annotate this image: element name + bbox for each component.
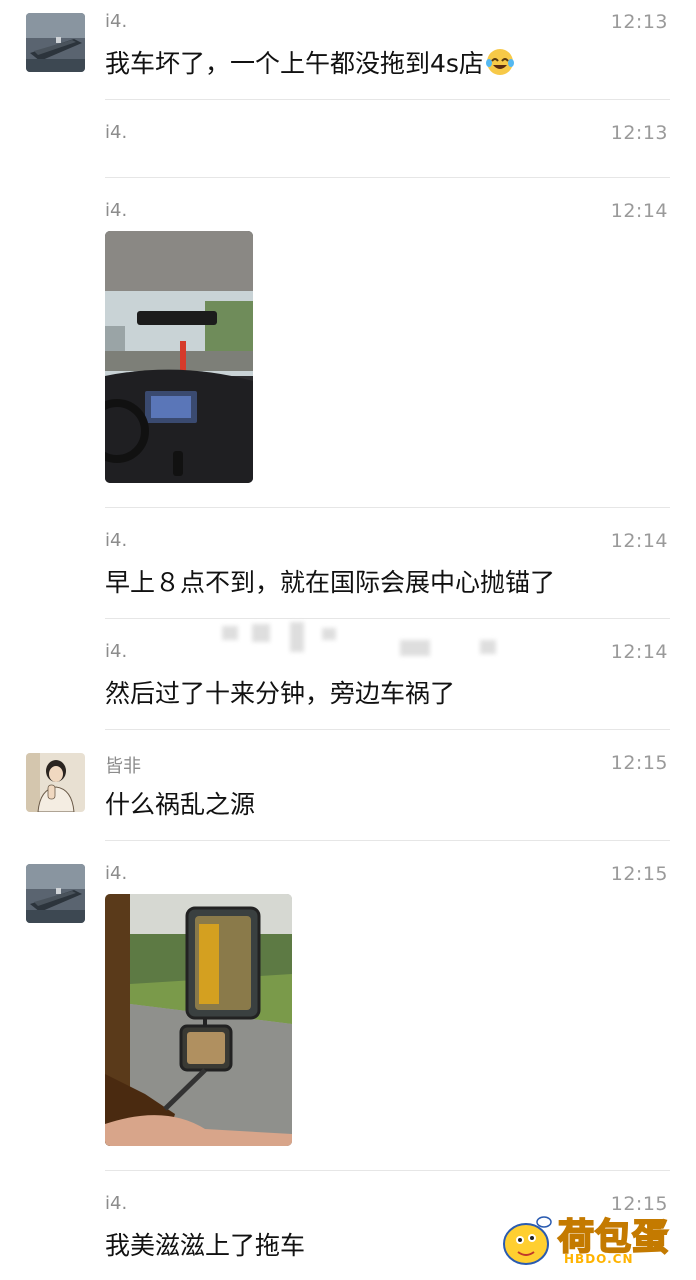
sender-name: i4.	[105, 863, 128, 884]
sender-name: i4.	[105, 200, 128, 221]
sender-name: i4.	[105, 530, 128, 551]
avatar-illustrated-person[interactable]	[26, 753, 85, 812]
chat-message: i4. 12:15	[0, 841, 696, 1171]
message-time: 12:15	[610, 752, 668, 774]
side-mirror-image-icon	[105, 894, 292, 1146]
watermark-logo: 荷包蛋 HBDO.CN	[500, 1202, 686, 1272]
watermark-subtext: HBDO.CN	[564, 1252, 634, 1266]
message-text: 早上８点不到，就在国际会展中心抛锚了	[105, 568, 556, 597]
sender-name: i4.	[105, 11, 128, 32]
message-text: 然后过了十来分钟，旁边车祸了	[105, 679, 456, 708]
chat-message: i4. 12:14 早上８点不到，就在国际会展中心抛锚了	[0, 508, 696, 619]
chat-message: 皆非 12:15 什么祸乱之源	[0, 730, 696, 841]
sender-name: i4.	[105, 1193, 128, 1214]
message-time: 12:14	[610, 200, 668, 222]
message-time: 12:13	[610, 122, 668, 144]
chat-message: i4. 12:14	[0, 178, 696, 508]
message-time: 12:15	[610, 863, 668, 885]
message-time: 12:13	[610, 11, 668, 33]
message-time: 12:14	[610, 530, 668, 552]
chat-message: i4. 12:13	[0, 100, 696, 178]
avatar-aircraft-carrier[interactable]	[26, 864, 85, 923]
chat-message: i4. 12:14 然后过了十来分钟，旁边车祸了	[0, 619, 696, 730]
message-text: 我美滋滋上了拖车	[105, 1231, 306, 1260]
chat-message: i4. 12:13 我车坏了，一个上午都没拖到4s店	[0, 0, 696, 100]
message-text: 我车坏了，一个上午都没拖到4s店	[105, 44, 514, 82]
aircraft-carrier-icon	[26, 13, 85, 72]
aircraft-carrier-icon	[26, 864, 85, 923]
illustrated-person-icon	[26, 753, 85, 812]
truck-mirror-photo[interactable]	[105, 894, 292, 1146]
car-interior-photo[interactable]	[105, 231, 253, 483]
message-time: 12:14	[610, 641, 668, 663]
sender-name: i4.	[105, 122, 128, 143]
avatar-aircraft-carrier[interactable]	[26, 13, 85, 72]
car-dashboard-image-icon	[105, 231, 253, 483]
message-text: 什么祸乱之源	[105, 790, 256, 819]
message-text-content: 我车坏了，一个上午都没拖到4s店	[105, 49, 484, 78]
laughing-tears-emoji-icon	[485, 48, 514, 82]
sender-name: 皆非	[105, 756, 141, 777]
sender-name: i4.	[105, 641, 128, 662]
